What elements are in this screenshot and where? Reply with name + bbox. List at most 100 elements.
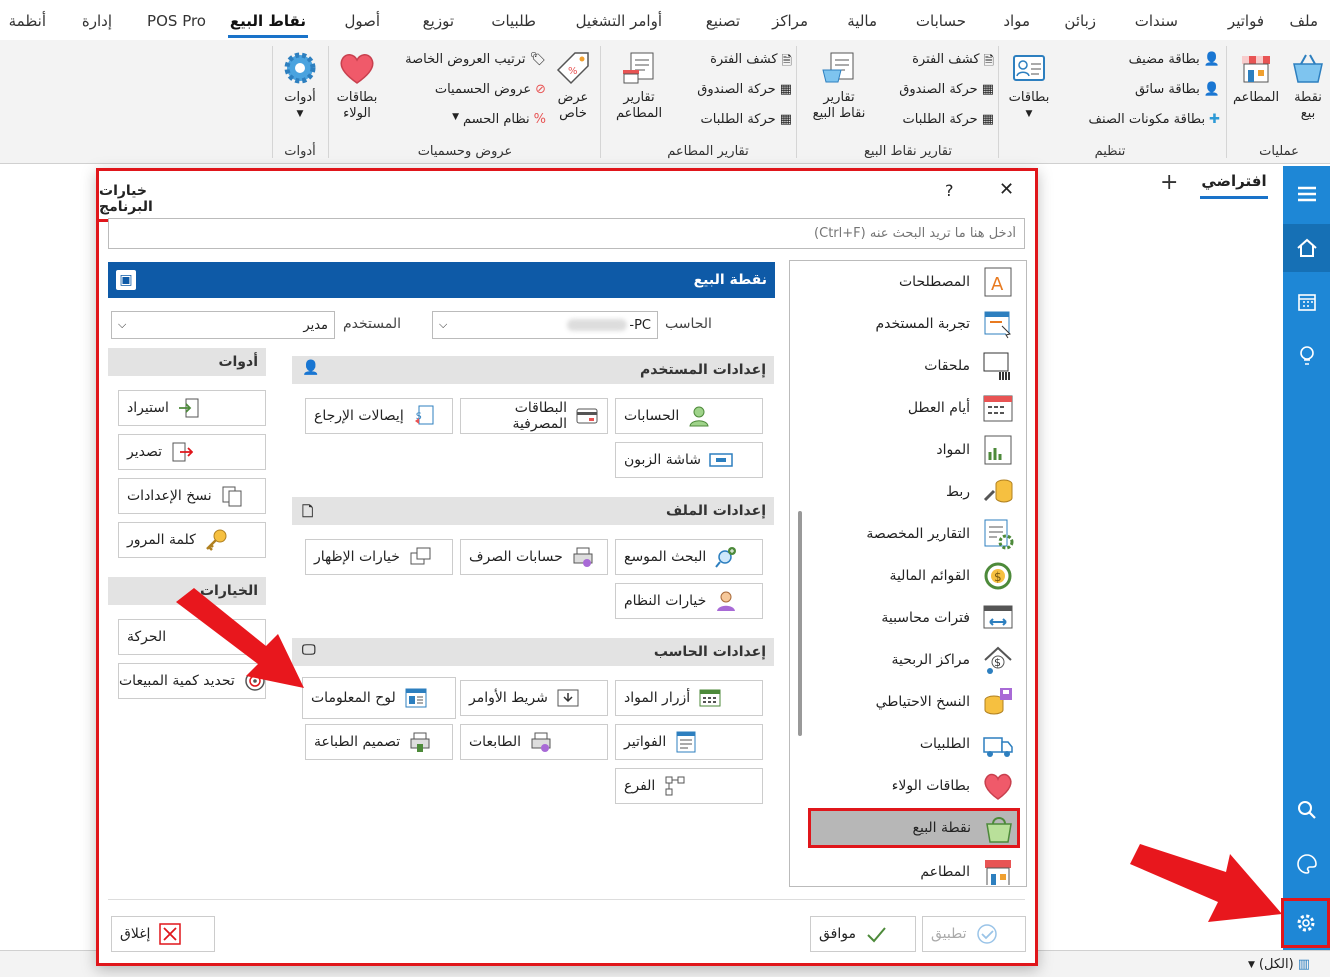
menu-pos-pro[interactable]: POS Pro: [147, 12, 206, 30]
sort-offers-button[interactable]: ترتيب العروض الخاصة 🏷: [382, 52, 546, 67]
menu-systems[interactable]: أنظمة: [9, 12, 46, 30]
key-icon: [204, 528, 228, 552]
menu-work-orders[interactable]: أوامر التشغيل: [576, 12, 662, 30]
pos-reports-button[interactable]: تقارير نقاط البيع: [800, 50, 878, 122]
rest-orders-button[interactable]: حركة الطلبات ▦: [664, 112, 792, 127]
filter-dropdown[interactable]: ▼ (الكل) ▥: [1248, 957, 1310, 972]
menu-pos[interactable]: نقاط البيع: [227, 12, 309, 38]
printer-icon: [529, 730, 553, 754]
print-design-button[interactable]: تصميم الطباعة: [305, 724, 453, 760]
calendar-icon[interactable]: [1283, 278, 1330, 326]
menu-materials[interactable]: مواد: [1003, 12, 1030, 30]
nav-custom-reports[interactable]: التقارير المخصصة: [810, 514, 1016, 554]
windows-icon: [408, 545, 432, 569]
menu-finance[interactable]: مالية: [847, 12, 877, 30]
cards-button[interactable]: بطاقات ▼: [1002, 50, 1056, 122]
discount-offers-button[interactable]: عروض الحسميات ⊘: [382, 82, 546, 97]
special-offer-button[interactable]: % عرض خاص: [548, 50, 598, 122]
discount-system-button[interactable]: ▼ نظام الحسم%: [382, 112, 546, 127]
window-cursor-icon: [984, 311, 1011, 339]
menu-orders[interactable]: طلبيات: [491, 12, 536, 30]
restaurants-button[interactable]: المطاعم: [1228, 50, 1284, 106]
help-button[interactable]: ?: [945, 181, 954, 200]
tools-button[interactable]: أدوات ▼: [276, 50, 324, 122]
import-button[interactable]: استيراد: [118, 390, 266, 426]
display-options-button[interactable]: خيارات الإظهار: [305, 539, 453, 575]
menu-vouchers[interactable]: سندات: [1135, 12, 1178, 30]
menu-distribution[interactable]: توزيع: [423, 12, 454, 30]
nav-backup[interactable]: النسخ الاحتياطي: [810, 682, 1016, 722]
options-search-input[interactable]: [108, 218, 1025, 249]
password-button[interactable]: كلمة المرور: [118, 522, 266, 558]
nav-orders[interactable]: الطلبيات: [810, 724, 1016, 764]
command-bar-button[interactable]: شريط الأوامر: [460, 680, 608, 716]
nav-attachments[interactable]: ملحقات: [810, 346, 1016, 386]
chevron-down-icon: ▼: [452, 112, 459, 122]
nav-point-of-sale[interactable]: نقطة البيع: [808, 808, 1020, 848]
palette-icon[interactable]: [1283, 840, 1330, 888]
lightbulb-icon[interactable]: [1283, 332, 1330, 380]
nav-profit-centers[interactable]: مراكز الربحية $: [810, 640, 1016, 680]
sales-qty-button[interactable]: تحديد كمية المبيعات: [118, 663, 266, 699]
guest-card-button[interactable]: بطاقة مضيف 👤: [1060, 52, 1220, 67]
copy-settings-button[interactable]: نسخ الإعدادات: [118, 478, 266, 514]
menu-centers[interactable]: مراكز: [772, 12, 808, 30]
menu-customers[interactable]: زبائن: [1064, 12, 1096, 30]
pos-period-button[interactable]: كشف الفترة 🗎: [862, 52, 994, 74]
close-icon[interactable]: ✕: [999, 179, 1014, 200]
export-button[interactable]: تصدير: [118, 434, 266, 470]
pos-cashbox-button[interactable]: حركة الصندوق ▦: [862, 82, 994, 97]
tab-default[interactable]: افتراضي: [1200, 172, 1268, 199]
ribbon-separator: [600, 46, 601, 158]
nav-holidays[interactable]: أيام العطل: [810, 388, 1016, 428]
menu-assets[interactable]: أصول: [344, 12, 380, 30]
apply-button[interactable]: تطبيق: [922, 916, 1026, 952]
ok-button[interactable]: موافق: [810, 916, 916, 952]
nav-materials[interactable]: المواد: [810, 430, 1016, 470]
home-icon[interactable]: [1283, 224, 1330, 272]
nav-financial-lists[interactable]: القوائم المالية $: [810, 556, 1016, 596]
menu-manufacturing[interactable]: تصنيع: [706, 12, 740, 30]
computer-select[interactable]: ⌵ -PC: [432, 311, 658, 339]
nav-loyalty-cards[interactable]: بطاقات الولاء: [810, 766, 1016, 806]
extended-search-button[interactable]: البحث الموسع: [615, 539, 763, 575]
loyalty-cards-button[interactable]: بطاقات الولاء: [330, 50, 384, 122]
nav-restaurants[interactable]: المطاعم: [810, 852, 1016, 885]
customer-screen-button[interactable]: شاشة الزبون: [615, 442, 763, 478]
branch-button[interactable]: الفرع: [615, 768, 763, 804]
search-icon[interactable]: [1283, 786, 1330, 834]
printers-button[interactable]: الطابعات: [460, 724, 608, 760]
rest-period-button[interactable]: كشف الفترة 🗎: [664, 52, 792, 74]
hamburger-menu-icon[interactable]: [1283, 170, 1330, 218]
nav-terminology[interactable]: المصطلحات A: [810, 262, 1016, 302]
rest-reports-button[interactable]: تقارير المطاعم: [604, 50, 674, 122]
chart-icon: ▦: [779, 82, 792, 97]
nav-accounting-periods[interactable]: فترات محاسبية: [810, 598, 1016, 638]
accounts-button[interactable]: الحسابات: [615, 398, 763, 434]
pos-orders-button[interactable]: حركة الطلبات ▦: [862, 112, 994, 127]
movement-button[interactable]: الحركة: [118, 619, 266, 655]
nav-user-experience[interactable]: تجربة المستخدم: [810, 304, 1016, 344]
bank-cards-button[interactable]: البطاقات المصرفية: [460, 398, 608, 434]
system-options-button[interactable]: خيارات النظام: [615, 583, 763, 619]
driver-card-button[interactable]: بطاقة سائق 👤: [1060, 82, 1220, 97]
item-buttons-button[interactable]: أزرار المواد: [615, 680, 763, 716]
invoices-button[interactable]: الفواتير: [615, 724, 763, 760]
nav-link[interactable]: ربط: [810, 472, 1016, 512]
menu-invoices[interactable]: فواتير: [1228, 12, 1264, 30]
return-receipts-button[interactable]: $ إيصالات الإرجاع: [305, 398, 453, 434]
rest-cashbox-button[interactable]: حركة الصندوق ▦: [664, 82, 792, 97]
exchange-accounts-button[interactable]: حسابات الصرف: [460, 539, 608, 575]
pos-reports-label: تقارير نقاط البيع: [812, 90, 866, 121]
pos-button[interactable]: نقطة بيع: [1286, 50, 1330, 122]
dashboard-button[interactable]: لوح المعلومات: [302, 677, 456, 719]
menu-management[interactable]: إدارة: [82, 12, 112, 30]
add-tab-button[interactable]: +: [1160, 170, 1178, 195]
components-card-button[interactable]: بطاقة مكونات الصنف ✚: [1040, 112, 1221, 127]
user-select[interactable]: ⌵ مدير: [111, 311, 335, 339]
menu-file[interactable]: ملف: [1289, 12, 1318, 30]
menu-accounts[interactable]: حسابات: [916, 12, 966, 30]
close-button[interactable]: إغلاق: [111, 916, 215, 952]
settings-gear-icon[interactable]: [1281, 898, 1330, 948]
return-receipts-label: إيصالات الإرجاع: [314, 408, 404, 424]
